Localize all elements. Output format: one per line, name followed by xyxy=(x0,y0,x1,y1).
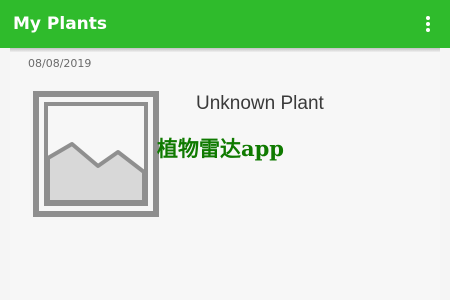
app-bar: My Plants xyxy=(0,0,450,48)
more-vert-icon xyxy=(426,16,430,32)
overflow-menu-button[interactable] xyxy=(414,10,442,38)
plant-name: Unknown Plant xyxy=(196,93,324,114)
app-title: My Plants xyxy=(13,14,108,34)
watermark-text: 植物雷达app xyxy=(157,136,284,161)
image-placeholder-icon xyxy=(33,91,159,217)
plant-thumbnail xyxy=(32,90,160,218)
date-label: 08/08/2019 xyxy=(28,57,92,70)
